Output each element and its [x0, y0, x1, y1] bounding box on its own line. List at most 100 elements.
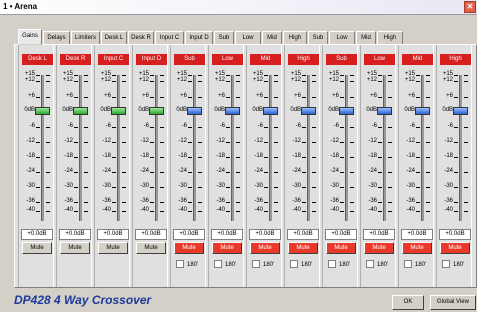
gain-fader[interactable]: +15 +12 +6 0dB -6 -12 -18 -24 -30 -36 -40: [399, 71, 435, 221]
tab-mid[interactable]: Mid: [262, 31, 282, 45]
fader-track[interactable]: [193, 75, 196, 221]
phase-invert-checkbox[interactable]: 180': [366, 260, 388, 270]
phase-invert-checkbox[interactable]: 180': [328, 260, 350, 270]
tab-high[interactable]: High: [377, 31, 403, 45]
gain-value-field[interactable]: +0.0dB: [59, 229, 91, 240]
close-icon[interactable]: ✕: [464, 1, 476, 13]
mute-button[interactable]: Mute: [250, 242, 280, 254]
fader-knob[interactable]: [339, 107, 354, 115]
tab-sub[interactable]: Sub: [214, 31, 234, 45]
fader-knob[interactable]: [35, 107, 50, 115]
gain-fader[interactable]: +15 +12 +6 0dB -6 -12 -18 -24 -30 -36 -40: [133, 71, 169, 221]
global-view-button[interactable]: Global View: [430, 295, 476, 310]
gain-fader[interactable]: +15 +12 +6 0dB -6 -12 -18 -24 -30 -36 -40: [57, 71, 93, 221]
tab-limiters[interactable]: Limiters: [71, 31, 100, 45]
tab-input-d[interactable]: Input D: [185, 31, 213, 45]
checkbox-icon[interactable]: [176, 260, 184, 269]
mute-button[interactable]: Mute: [402, 242, 432, 254]
scale-tick: [302, 187, 306, 188]
gain-fader[interactable]: +15 +12 +6 0dB -6 -12 -18 -24 -30 -36 -40: [95, 71, 131, 221]
mute-button[interactable]: Mute: [326, 242, 356, 254]
gain-fader[interactable]: +15 +12 +6 0dB -6 -12 -18 -24 -30 -36 -40: [285, 71, 321, 221]
fader-track[interactable]: [383, 75, 386, 221]
fader-knob[interactable]: [301, 107, 316, 115]
fader-track[interactable]: [41, 75, 44, 221]
phase-invert-checkbox[interactable]: 180': [252, 260, 274, 270]
gain-value-field[interactable]: +0.0dB: [97, 229, 129, 240]
fader-knob[interactable]: [111, 107, 126, 115]
mute-button[interactable]: Mute: [364, 242, 394, 254]
tab-high[interactable]: High: [283, 31, 307, 45]
gain-value-field[interactable]: +0.0dB: [439, 229, 471, 240]
mute-button[interactable]: Mute: [22, 242, 52, 254]
gain-fader[interactable]: +15 +12 +6 0dB -6 -12 -18 -24 -30 -36 -40: [171, 71, 207, 221]
checkbox-icon[interactable]: [366, 260, 374, 269]
gain-fader[interactable]: +15 +12 +6 0dB -6 -12 -18 -24 -30 -36 -40: [323, 71, 359, 221]
tab-input-c[interactable]: Input C: [155, 31, 184, 45]
gain-fader[interactable]: +15 +12 +6 0dB -6 -12 -18 -24 -30 -36 -40: [209, 71, 245, 221]
gain-value-field[interactable]: +0.0dB: [135, 229, 167, 240]
gain-fader[interactable]: +15 +12 +6 0dB -6 -12 -18 -24 -30 -36 -40: [437, 71, 473, 221]
fader-track[interactable]: [155, 75, 158, 221]
tab-mid[interactable]: Mid: [356, 31, 376, 45]
gain-value-field[interactable]: +0.0dB: [211, 229, 243, 240]
mute-button[interactable]: Mute: [440, 242, 470, 254]
scale-tick-label: -40: [330, 207, 339, 213]
gain-value-field[interactable]: +0.0dB: [21, 229, 53, 240]
gain-value-field[interactable]: +0.0dB: [173, 229, 205, 240]
fader-track[interactable]: [345, 75, 348, 221]
fader-track[interactable]: [231, 75, 234, 221]
tab-low[interactable]: Low: [329, 31, 355, 45]
fader-knob[interactable]: [415, 107, 430, 115]
fader-knob[interactable]: [377, 107, 392, 115]
tab-desk-r[interactable]: Desk R: [128, 31, 154, 45]
gain-fader[interactable]: +15 +12 +6 0dB -6 -12 -18 -24 -30 -36 -40: [361, 71, 397, 221]
phase-invert-checkbox[interactable]: 180': [404, 260, 426, 270]
phase-invert-checkbox[interactable]: 180': [442, 260, 464, 270]
fader-track[interactable]: [79, 75, 82, 221]
mute-button[interactable]: Mute: [288, 242, 318, 254]
mute-button[interactable]: Mute: [98, 242, 128, 254]
scale-tick-label: +12: [62, 77, 73, 83]
mute-button[interactable]: Mute: [174, 242, 204, 254]
title-bar: 1 • Arena ✕: [0, 0, 477, 15]
mute-button[interactable]: Mute: [136, 242, 166, 254]
gain-value-field[interactable]: +0.0dB: [401, 229, 433, 240]
fader-track[interactable]: [421, 75, 424, 221]
gain-fader[interactable]: +15 +12 +6 0dB -6 -12 -18 -24 -30 -36 -40: [247, 71, 283, 221]
checkbox-icon[interactable]: [404, 260, 412, 269]
fader-knob[interactable]: [263, 107, 278, 115]
phase-invert-checkbox[interactable]: 180': [214, 260, 236, 270]
checkbox-icon[interactable]: [252, 260, 260, 269]
tab-gains[interactable]: Gains: [18, 29, 42, 45]
fader-track[interactable]: [269, 75, 272, 221]
fader-knob[interactable]: [225, 107, 240, 115]
tab-delays[interactable]: Delays: [43, 31, 70, 45]
mute-button[interactable]: Mute: [212, 242, 242, 254]
gain-value-field[interactable]: +0.0dB: [249, 229, 281, 240]
mute-button[interactable]: Mute: [60, 242, 90, 254]
scale-tick-label: -30: [102, 183, 111, 189]
scale-tick: [150, 157, 154, 158]
checkbox-icon[interactable]: [290, 260, 298, 269]
fader-knob[interactable]: [453, 107, 468, 115]
gain-fader[interactable]: +15 +12 +6 0dB -6 -12 -18 -24 -30 -36 -40: [19, 71, 55, 221]
checkbox-icon[interactable]: [214, 260, 222, 269]
phase-invert-checkbox[interactable]: 180': [176, 260, 198, 270]
tab-desk-l[interactable]: Desk L: [101, 31, 127, 45]
fader-track[interactable]: [307, 75, 310, 221]
checkbox-icon[interactable]: [442, 260, 450, 269]
phase-invert-checkbox[interactable]: 180': [290, 260, 312, 270]
fader-track[interactable]: [117, 75, 120, 221]
fader-track[interactable]: [459, 75, 462, 221]
gain-value-field[interactable]: +0.0dB: [287, 229, 319, 240]
fader-knob[interactable]: [187, 107, 202, 115]
fader-knob[interactable]: [73, 107, 88, 115]
fader-knob[interactable]: [149, 107, 164, 115]
tab-sub[interactable]: Sub: [308, 31, 328, 45]
gain-value-field[interactable]: +0.0dB: [363, 229, 395, 240]
tab-low[interactable]: Low: [235, 31, 261, 45]
gain-value-field[interactable]: +0.0dB: [325, 229, 357, 240]
checkbox-icon[interactable]: [328, 260, 336, 269]
ok-button[interactable]: OK: [392, 295, 424, 310]
